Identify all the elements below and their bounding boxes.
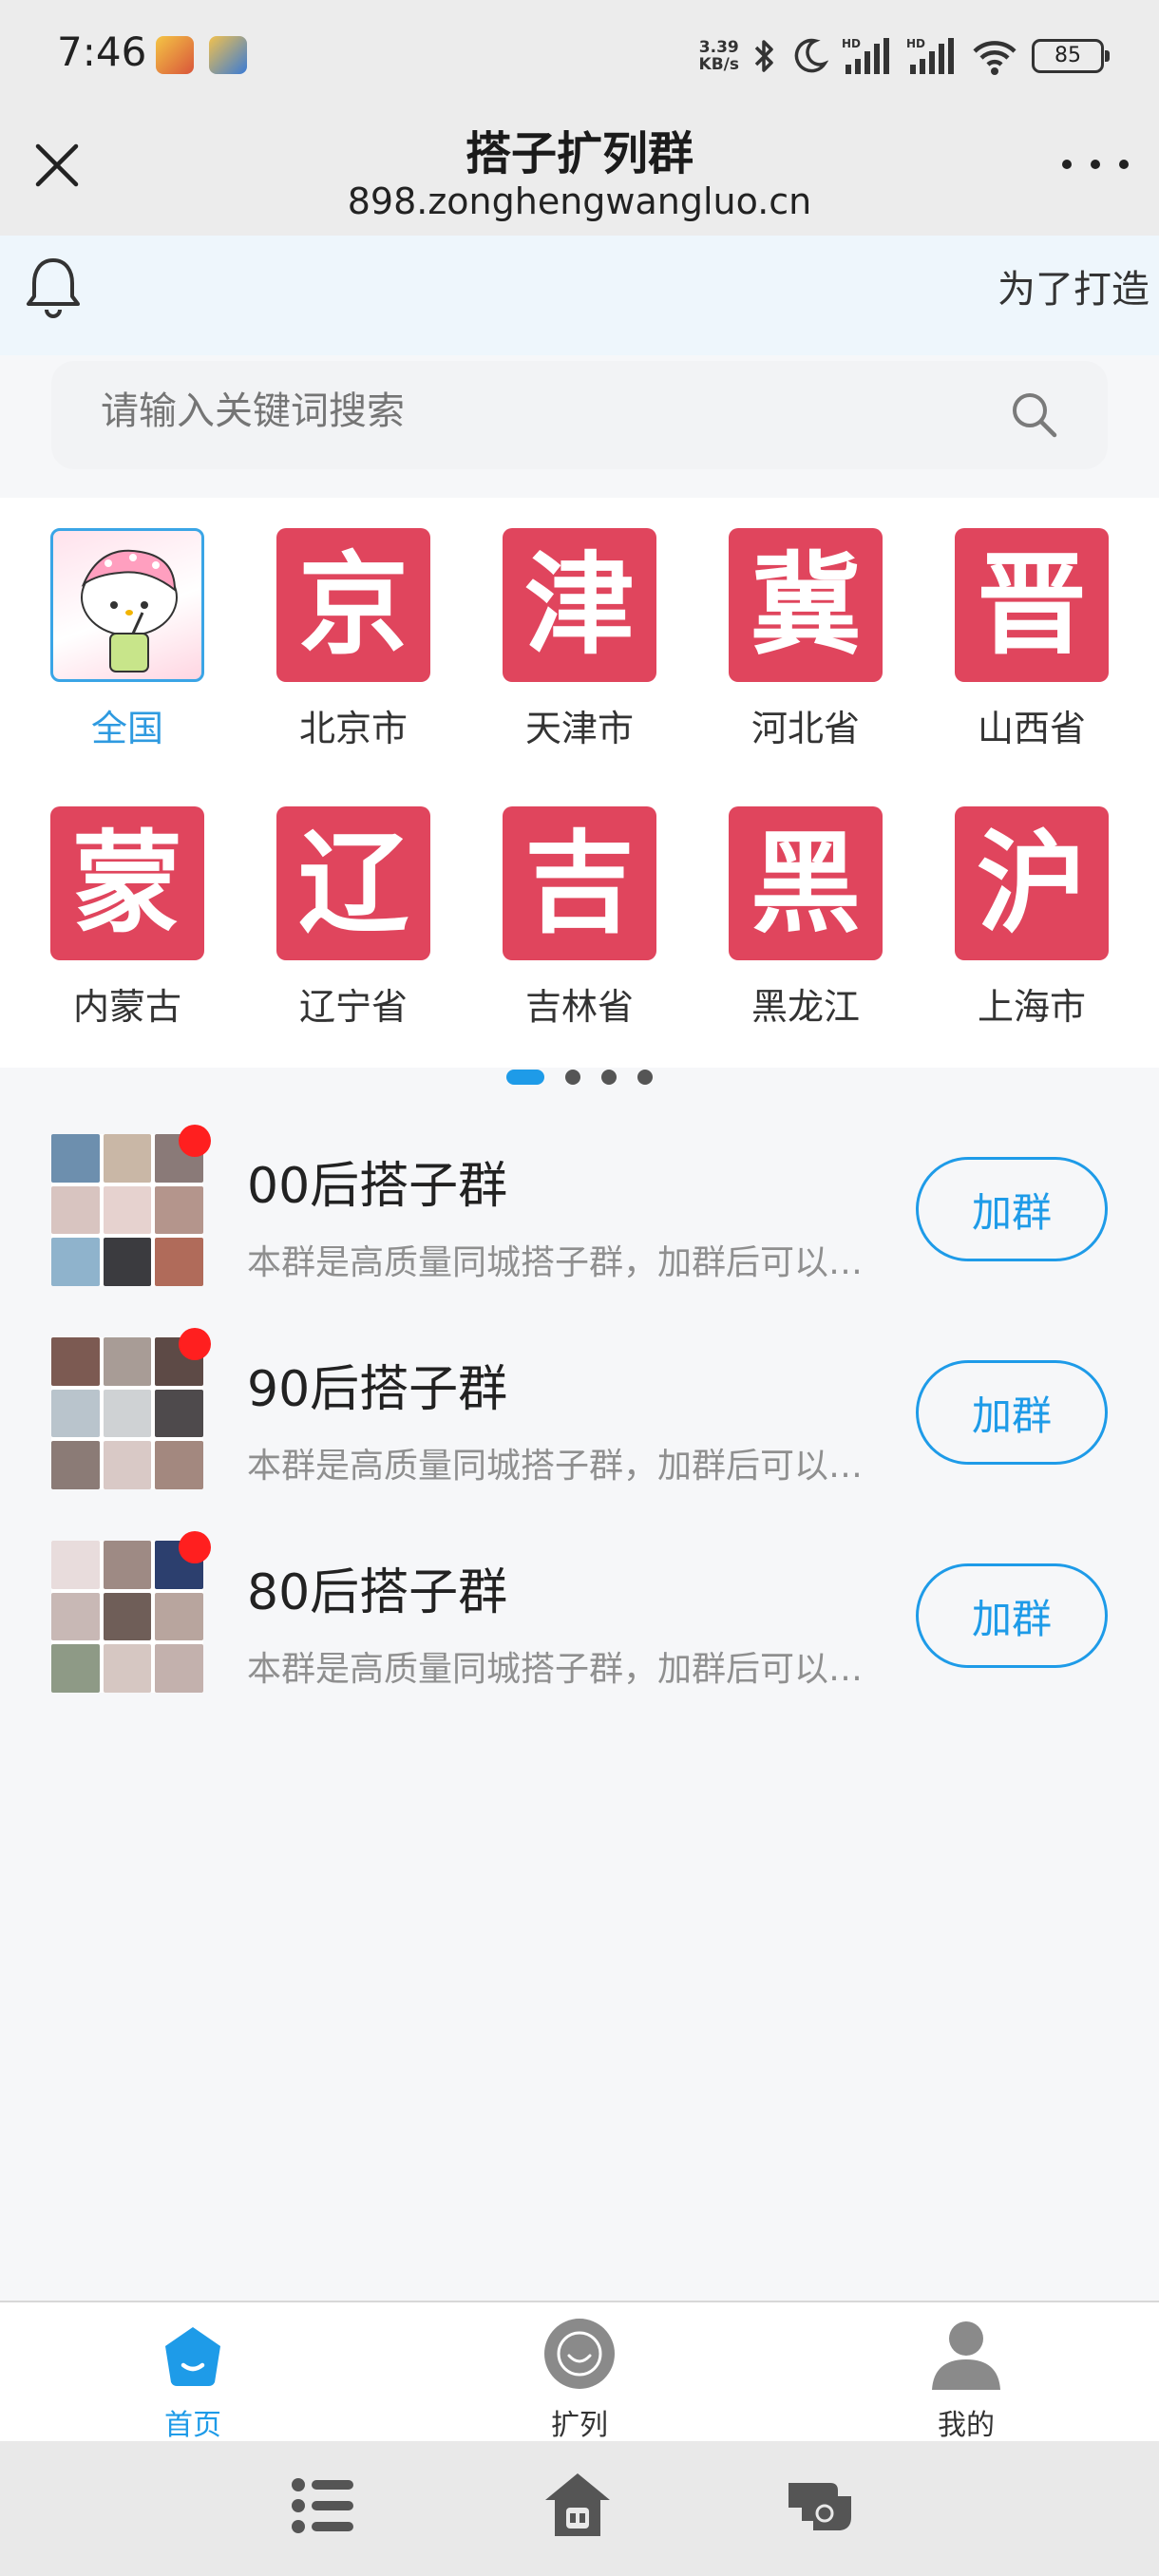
region-badge: 冀 <box>729 528 883 682</box>
region-badge: 辽 <box>276 806 430 960</box>
title-bar: 搭子扩列群 898.zonghengwangluo.cn <box>0 112 1159 236</box>
net-speed-value: 3.39 <box>698 38 739 57</box>
wifi-icon <box>973 41 1016 75</box>
bluetooth-icon <box>754 40 773 72</box>
group-name: 90后搭子群 <box>247 1361 508 1418</box>
bottom-tab-bar: 首页 扩列 我的 <box>0 2301 1159 2443</box>
group-item[interactable]: 90后搭子群 本群是高质量同城搭子群，加群后可以… 加群 <box>0 1328 1159 1527</box>
join-group-button[interactable]: 加群 <box>916 1157 1108 1261</box>
page-indicator[interactable] <box>0 1068 1159 1087</box>
region-item-heilongjiang[interactable]: 黑 黑龙江 <box>729 806 883 1030</box>
region-badge: 蒙 <box>50 806 204 960</box>
region-badge: 沪 <box>955 806 1109 960</box>
region-label: 上海市 <box>977 986 1086 1028</box>
region-label: 吉林省 <box>524 986 634 1028</box>
tab-label: 扩列 <box>551 2409 608 2442</box>
region-label: 内蒙古 <box>72 986 181 1028</box>
tab-home[interactable]: 首页 <box>98 2318 288 2443</box>
menu-list-icon[interactable] <box>287 2470 359 2542</box>
region-label: 黑龙江 <box>750 986 860 1028</box>
group-name: 00后搭子群 <box>247 1158 508 1215</box>
group-avatar-collage <box>51 1541 203 1693</box>
region-label: 山西省 <box>977 708 1086 749</box>
region-item-shanghai[interactable]: 沪 上海市 <box>955 806 1109 1030</box>
region-badge: 津 <box>503 528 656 682</box>
blue-app-icon <box>209 36 247 74</box>
region-grid: 全国 京 北京市 津 天津市 冀 河北省 晋 山西省 蒙 内蒙古 辽 辽宁省 吉… <box>0 498 1159 1068</box>
more-icon[interactable] <box>1062 150 1129 179</box>
group-desc: 本群是高质量同城搭子群，加群后可以… <box>247 1447 864 1486</box>
notice-text: 为了打造 <box>998 268 1150 312</box>
region-badge: 吉 <box>503 806 656 960</box>
page-dot[interactable] <box>565 1070 580 1085</box>
unread-dot <box>179 1328 211 1360</box>
region-badge: 晋 <box>955 528 1109 682</box>
page-title: 搭子扩列群 <box>465 127 694 180</box>
group-avatar-collage <box>51 1134 203 1286</box>
tab-mine[interactable]: 我的 <box>871 2318 1061 2443</box>
join-group-button[interactable]: 加群 <box>916 1563 1108 1668</box>
group-item[interactable]: 00后搭子群 本群是高质量同城搭子群，加群后可以… 加群 <box>0 1125 1159 1324</box>
region-item-liaoning[interactable]: 辽 辽宁省 <box>276 806 430 1030</box>
back-gesture-icon[interactable] <box>785 2470 857 2542</box>
net-speed-unit: KB/s <box>698 55 739 74</box>
region-item-hebei[interactable]: 冀 河北省 <box>729 528 883 751</box>
region-item-shanxi[interactable]: 晋 山西省 <box>955 528 1109 751</box>
home-nav-icon[interactable] <box>542 2470 614 2542</box>
game-app-icon <box>156 36 194 74</box>
page-url: 898.zonghengwangluo.cn <box>347 180 812 222</box>
region-label: 北京市 <box>298 708 408 749</box>
page-dot[interactable] <box>601 1070 617 1085</box>
group-item[interactable]: 80后搭子群 本群是高质量同城搭子群，加群后可以… 加群 <box>0 1531 1159 1731</box>
net-speed: 3.39 KB/s <box>699 39 739 73</box>
region-badge: 京 <box>276 528 430 682</box>
search-icon[interactable] <box>1009 389 1058 439</box>
tab-label: 首页 <box>164 2409 221 2442</box>
signal-hd-icon: HD <box>842 37 889 74</box>
region-item-quanguo[interactable]: 全国 <box>50 528 204 751</box>
signal-hd-icon: HD <box>906 37 954 74</box>
page-dot-active[interactable] <box>506 1070 544 1085</box>
region-item-tianjin[interactable]: 津 天津市 <box>503 528 656 751</box>
search-input[interactable] <box>101 389 956 433</box>
unread-dot <box>179 1125 211 1157</box>
region-item-neimenggu[interactable]: 蒙 内蒙古 <box>50 806 204 1030</box>
moon-icon <box>794 38 828 73</box>
bell-icon <box>27 258 80 318</box>
status-time: 7:46 <box>57 28 147 75</box>
tab-label: 我的 <box>938 2409 995 2442</box>
tab-expand[interactable]: 扩列 <box>484 2318 674 2443</box>
cartoon-avatar-image <box>50 528 204 682</box>
region-label: 河北省 <box>750 708 860 749</box>
svg-text:HD: HD <box>906 37 925 50</box>
status-bar: 7:46 3.39 KB/s HD HD 85 <box>0 0 1159 112</box>
system-nav-bar <box>0 2441 1159 2576</box>
group-desc: 本群是高质量同城搭子群，加群后可以… <box>247 1650 864 1689</box>
home-icon <box>165 2327 220 2386</box>
battery-icon: 85 <box>1032 39 1110 73</box>
group-avatar-collage <box>51 1337 203 1489</box>
region-item-jilin[interactable]: 吉 吉林省 <box>503 806 656 1030</box>
join-group-button[interactable]: 加群 <box>916 1360 1108 1465</box>
user-icon <box>932 2321 1000 2390</box>
svg-text:HD: HD <box>842 37 861 50</box>
group-name: 80后搭子群 <box>247 1564 508 1621</box>
region-badge: 黑 <box>729 806 883 960</box>
region-label: 辽宁省 <box>298 986 408 1028</box>
notice-bar[interactable]: 为了打造 <box>0 236 1159 355</box>
page-dot[interactable] <box>637 1070 653 1085</box>
region-label: 天津市 <box>524 708 634 749</box>
group-desc: 本群是高质量同城搭子群，加群后可以… <box>247 1243 864 1282</box>
unread-dot <box>179 1531 211 1563</box>
search-box[interactable] <box>51 361 1108 469</box>
status-icons: 3.39 KB/s HD HD 85 <box>699 32 1110 80</box>
region-item-beijing[interactable]: 京 北京市 <box>276 528 430 751</box>
smile-icon <box>544 2319 615 2389</box>
region-label: 全国 <box>90 708 163 749</box>
